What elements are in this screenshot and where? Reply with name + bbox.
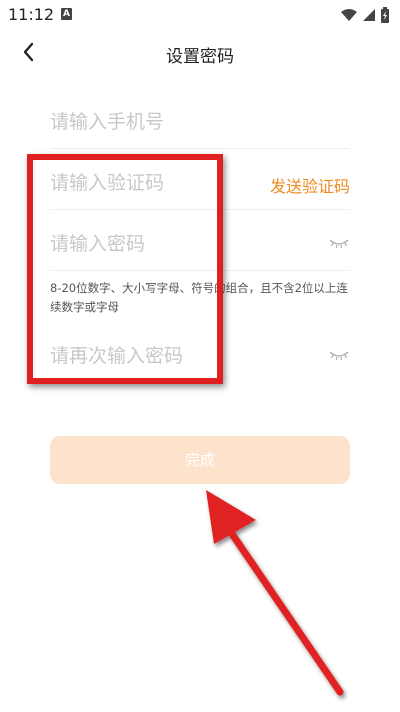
phone-input[interactable]: [50, 102, 280, 142]
wifi-icon: [341, 9, 357, 21]
status-time: 11:12: [8, 5, 55, 24]
done-button[interactable]: 完成: [50, 436, 350, 484]
status-bar: 11:12 A: [0, 0, 400, 30]
annotation-highlight-box: [27, 154, 223, 384]
phone-field: [50, 102, 350, 149]
send-code-button[interactable]: 发送验证码: [270, 173, 350, 197]
notification-icon: A: [61, 8, 72, 20]
eye-closed-icon[interactable]: [328, 348, 350, 362]
eye-closed-icon[interactable]: [328, 236, 350, 250]
status-icons: [340, 6, 390, 24]
battery-icon: [381, 7, 389, 23]
header: 设置密码: [0, 30, 400, 74]
page-title: 设置密码: [166, 47, 234, 67]
signal-icon: [363, 9, 375, 21]
